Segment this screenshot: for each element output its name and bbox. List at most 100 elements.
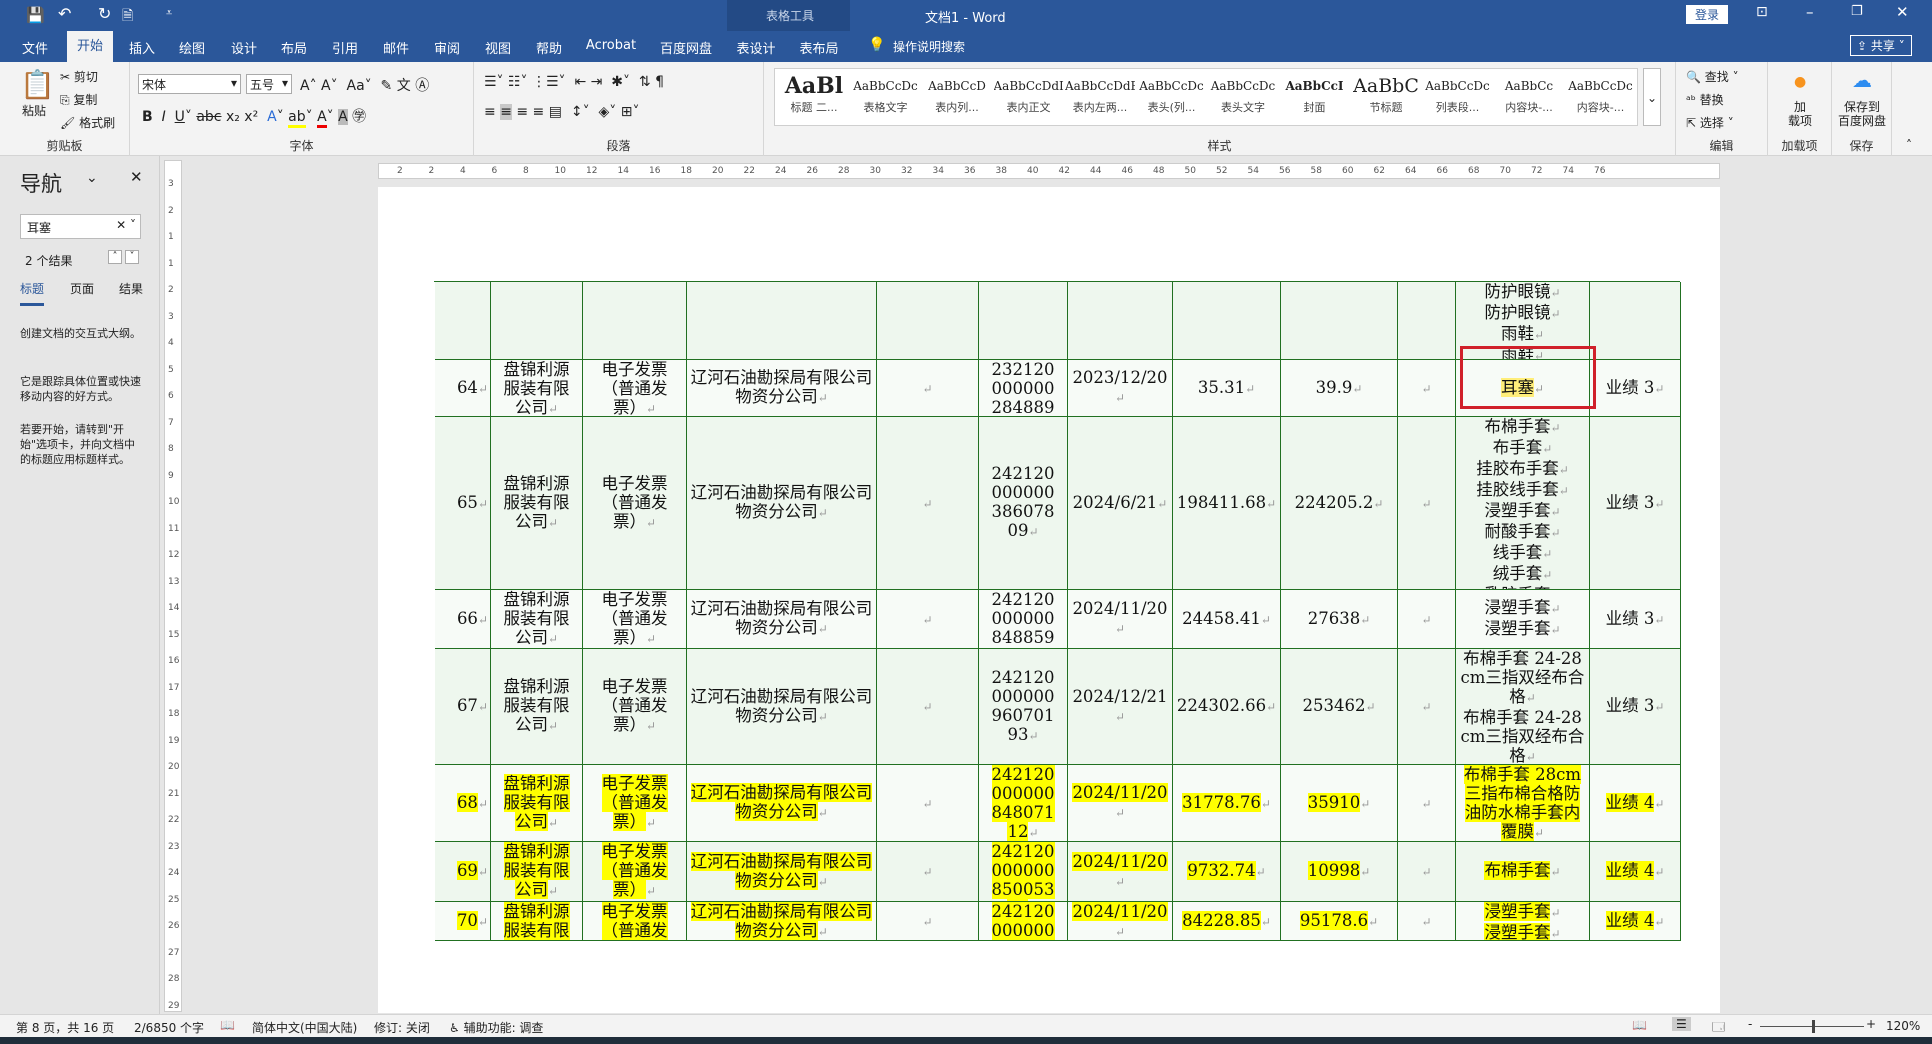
table-cell[interactable]: 10998 xyxy=(1281,842,1398,902)
table-cell[interactable]: 电子发票（普通发票） xyxy=(583,649,687,765)
table-cell[interactable]: 辽河石油勘探局有限公司物资分公司 xyxy=(687,765,877,842)
tab-help[interactable]: 帮助 xyxy=(536,38,562,57)
table-cell[interactable]: 辽河石油勘探局有限公司物资分公司 xyxy=(687,590,877,649)
addins-button[interactable]: 加 载项 xyxy=(1788,100,1812,128)
table-cell[interactable]: 电子发票（普通发票） xyxy=(583,590,687,649)
table-cell[interactable]: 盘锦利源服装有限公司 xyxy=(491,360,583,417)
tab-mailings[interactable]: 邮件 xyxy=(383,38,409,57)
table-cell[interactable] xyxy=(1398,902,1456,941)
style-item[interactable]: AaBbCcDc 列表段... xyxy=(1423,73,1493,115)
table-cell[interactable]: 布棉手套 28cm三指布棉合格防油防水棉手套内覆膜 xyxy=(1456,765,1590,842)
font-size-select[interactable]: 五号 ▾ xyxy=(246,74,292,94)
table-cell[interactable]: 70 xyxy=(435,902,491,941)
table-cell[interactable]: 24212000000084740000 xyxy=(979,902,1068,941)
table-cell[interactable] xyxy=(877,417,979,590)
paste-icon[interactable]: 📋 xyxy=(20,68,55,101)
restore-icon[interactable]: ❐ xyxy=(1851,4,1863,19)
style-item[interactable]: AaBbCcD 表内列... xyxy=(922,73,992,115)
tab-review[interactable]: 审阅 xyxy=(434,38,460,57)
style-item[interactable]: AaBbCcDc 表头(列... xyxy=(1137,73,1207,115)
table-cell[interactable]: 业绩 4 xyxy=(1590,842,1681,902)
table-cell[interactable]: 224205.2 xyxy=(1281,417,1398,590)
table-cell[interactable]: 2024/11/20 xyxy=(1068,902,1173,941)
zoom-slider[interactable] xyxy=(1760,1020,1864,1033)
style-item[interactable]: AaBbCcDc 内容块-... xyxy=(1566,73,1636,115)
table-cell[interactable]: 24212000000038607809 xyxy=(979,417,1068,590)
tab-view[interactable]: 视图 xyxy=(485,38,511,57)
zoom-out-button[interactable]: - xyxy=(1748,1017,1752,1031)
save-baidu-button[interactable]: 保存到 百度网盘 xyxy=(1838,100,1886,128)
table-cell[interactable]: 盘锦利源服装有限公司 xyxy=(491,902,583,941)
select-button[interactable]: ⇱ 选择 ˅ xyxy=(1686,114,1734,131)
clear-search-icon[interactable]: ✕ ˅ xyxy=(116,218,136,232)
table-cell[interactable]: 64 xyxy=(435,360,491,417)
style-item[interactable]: AaBbC 节标题 xyxy=(1351,73,1421,115)
copy-button[interactable]: ⎘ 复制 xyxy=(60,91,97,108)
nav-search-input[interactable]: 耳塞 ✕ ˅ xyxy=(20,214,141,239)
customize-qat-icon[interactable]: ⩡ xyxy=(166,6,172,20)
table-cell[interactable]: 盘锦利源服装有限公司 xyxy=(491,649,583,765)
prev-result-button[interactable]: ˄ xyxy=(108,250,122,264)
table-cell[interactable]: 电子发票（普通发票） xyxy=(583,417,687,590)
table-cell[interactable]: 布棉手套 24-28cm三指双经布合格布棉手套 24-28cm三指双经布合格 xyxy=(1456,649,1590,765)
table-cell[interactable]: 84228.85 xyxy=(1173,902,1281,941)
table-cell[interactable] xyxy=(979,282,1068,360)
table-cell[interactable]: 24212000000084807112 xyxy=(979,765,1068,842)
minimize-icon[interactable]: – xyxy=(1806,3,1814,21)
table-cell[interactable]: 24458.41 xyxy=(1173,590,1281,649)
save-icon[interactable]: 💾 xyxy=(26,6,45,24)
table-cell[interactable] xyxy=(1173,282,1281,360)
table-cell[interactable]: 67 xyxy=(435,649,491,765)
read-mode-icon[interactable]: 📖 xyxy=(1632,1018,1647,1032)
document-page[interactable]: 防护眼镜防护眼镜雨鞋雨鞋64盘锦利源服装有限公司电子发票（普通发票）辽河石油勘探… xyxy=(378,187,1720,1013)
table-cell[interactable]: 24212000000084885929 xyxy=(979,590,1068,649)
accessibility-status[interactable]: ♿ 辅助功能: 调查 xyxy=(449,1019,543,1036)
zoom-slider-thumb[interactable] xyxy=(1812,1020,1815,1033)
table-cell[interactable]: 2024/6/21 xyxy=(1068,417,1173,590)
table-cell[interactable]: 27638 xyxy=(1281,590,1398,649)
table-cell[interactable]: 电子发票（普通发票） xyxy=(583,902,687,941)
tab-file[interactable]: 文件 xyxy=(22,38,48,57)
web-layout-icon[interactable]: 🗔 xyxy=(1712,1018,1725,1039)
table-cell[interactable]: 68 xyxy=(435,765,491,842)
table-cell[interactable] xyxy=(583,282,687,360)
table-cell[interactable]: 66 xyxy=(435,590,491,649)
nav-tab-results[interactable]: 结果 xyxy=(119,280,143,297)
table-cell[interactable]: 电子发票（普通发票） xyxy=(583,765,687,842)
tab-layout[interactable]: 布局 xyxy=(281,38,307,57)
list-tools[interactable]: ☰˅ ☷˅ ⋮☰˅ ⇤ ⇥ ✱˅ ⇅ ¶ xyxy=(484,74,664,90)
table-cell[interactable]: 浸塑手套浸塑手套 xyxy=(1456,590,1590,649)
close-icon[interactable]: ✕ xyxy=(1896,3,1909,21)
table-cell[interactable]: 辽河石油勘探局有限公司物资分公司 xyxy=(687,417,877,590)
format-painter-button[interactable]: 🖌 格式刷 xyxy=(60,114,115,131)
table-cell[interactable]: 业绩 3 xyxy=(1590,360,1681,417)
table-cell[interactable]: 盘锦利源服装有限公司 xyxy=(491,417,583,590)
table-cell[interactable] xyxy=(877,282,979,360)
word-count[interactable]: 2/6850 个字 xyxy=(134,1019,204,1036)
nav-tab-headings[interactable]: 标题 xyxy=(20,280,45,306)
cut-button[interactable]: ✂ 剪切 xyxy=(60,68,98,85)
redo-icon[interactable]: ↻ xyxy=(98,4,111,23)
styles-more-button[interactable]: ⌄ xyxy=(1643,68,1661,126)
table-cell[interactable]: 95178.6 xyxy=(1281,902,1398,941)
table-cell[interactable] xyxy=(1398,649,1456,765)
undo-icon[interactable]: ↶ xyxy=(58,4,71,23)
table-cell[interactable]: 电子发票（普通发票） xyxy=(583,842,687,902)
next-result-button[interactable]: ˅ xyxy=(125,250,139,264)
style-item[interactable]: AaBl 标题 二... xyxy=(779,73,849,115)
table-cell[interactable] xyxy=(877,360,979,417)
table-cell[interactable]: 电子发票（普通发票） xyxy=(583,360,687,417)
table-cell[interactable]: 盘锦利源服装有限公司 xyxy=(491,765,583,842)
zoom-level[interactable]: 120% xyxy=(1886,1019,1920,1033)
horizontal-ruler[interactable]: 2 2 4 6 8 10 12 14 16 18 20 22 24 26 28 30 32 34 36 38 40 42 4… xyxy=(378,163,1720,179)
table-cell[interactable]: 65 xyxy=(435,417,491,590)
table-cell[interactable]: 198411.68 xyxy=(1173,417,1281,590)
table-cell[interactable]: 253462 xyxy=(1281,649,1398,765)
table-cell[interactable]: 辽河石油勘探局有限公司物资分公司 xyxy=(687,902,877,941)
share-button[interactable]: ⇪ 共享 ˅ xyxy=(1850,35,1912,56)
font-size-tools[interactable]: A˄ A˅ Aa˅ ✎ 文 Ⓐ xyxy=(300,75,429,95)
tab-draw[interactable]: 绘图 xyxy=(179,38,205,57)
table-cell[interactable]: 布棉手套布手套挂胶布手套挂胶线手套浸塑手套耐酸手套线手套绒手套乳胶手套 xyxy=(1456,417,1590,590)
table-cell[interactable]: 辽河石油勘探局有限公司物资分公司 xyxy=(687,649,877,765)
table-cell[interactable] xyxy=(435,282,491,360)
